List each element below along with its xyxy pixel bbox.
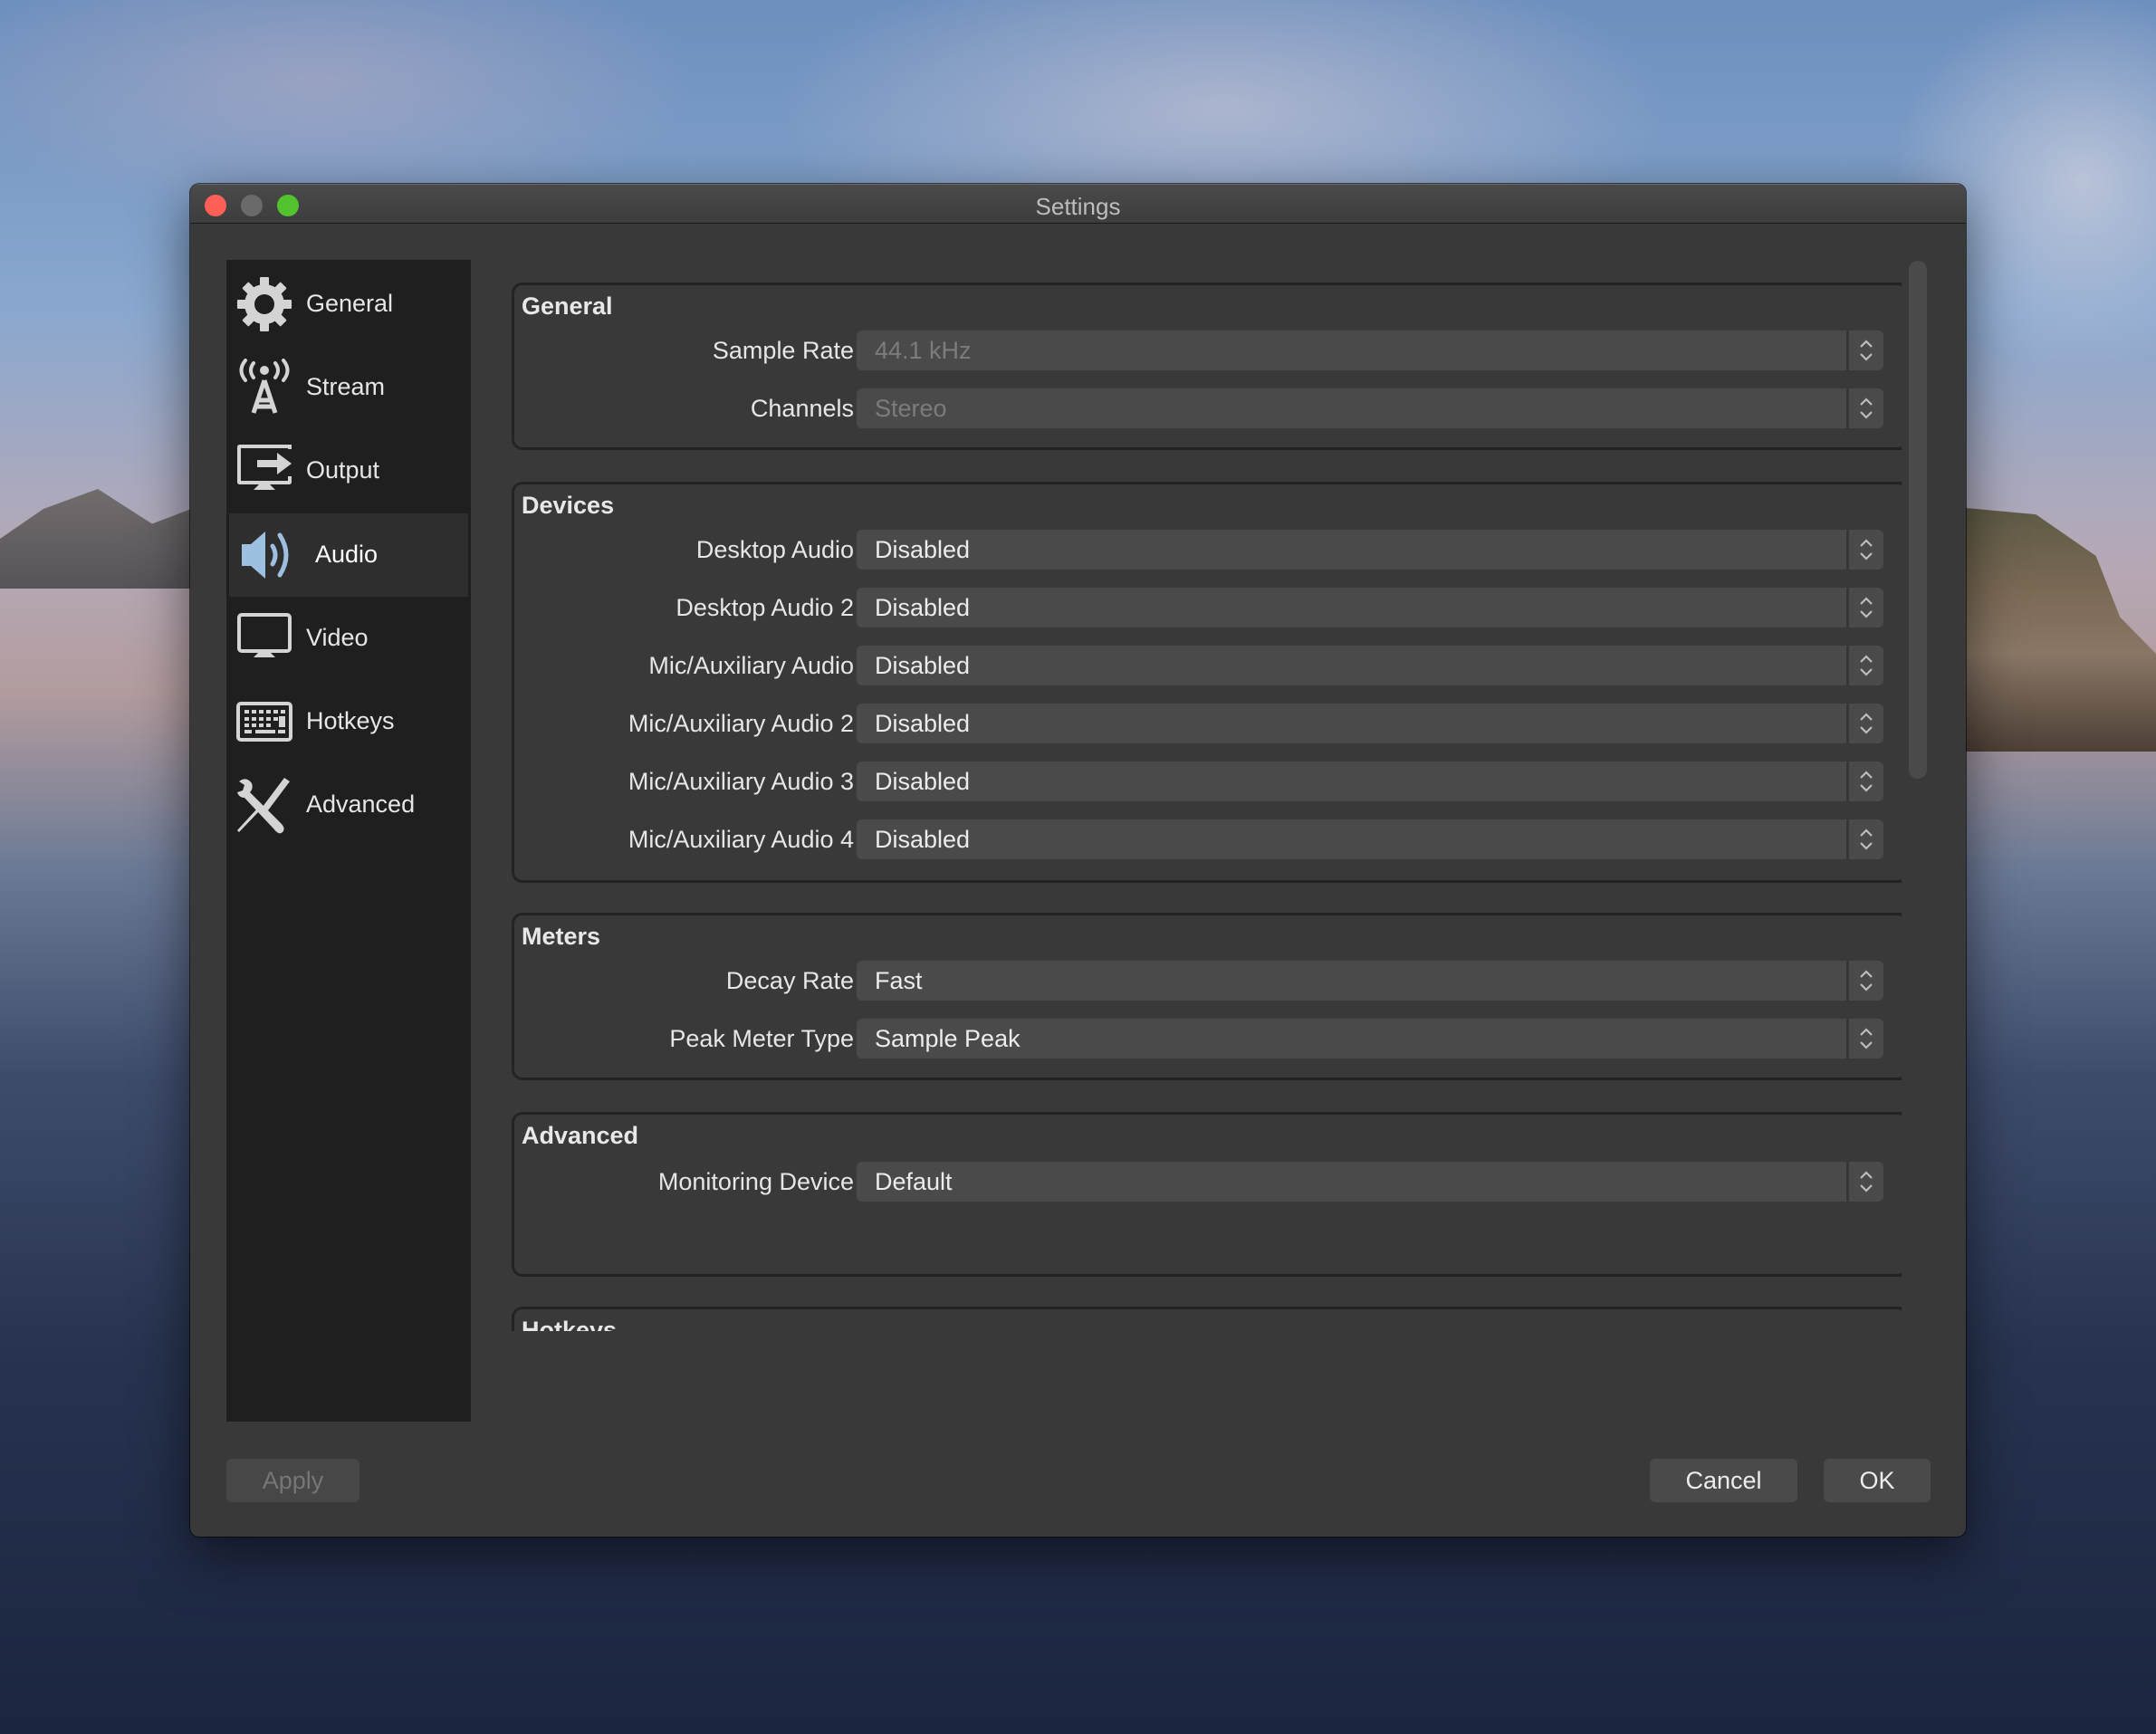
sidebar-item-hotkeys[interactable]: Hotkeys xyxy=(226,680,471,763)
setting-row-mic-aux-audio: Mic/Auxiliary Audio Disabled xyxy=(514,646,1902,685)
mic-aux-audio-select[interactable]: Disabled xyxy=(857,646,1883,685)
select-value: Default xyxy=(875,1168,953,1195)
setting-label: Desktop Audio 2 xyxy=(676,594,854,621)
group-hotkeys: Hotkeys xyxy=(512,1307,1902,1331)
sidebar-item-label: Video xyxy=(306,624,369,651)
setting-row-desktop-audio-2: Desktop Audio 2 Disabled xyxy=(514,588,1902,627)
gear-icon xyxy=(235,275,293,333)
setting-row-desktop-audio: Desktop Audio Disabled xyxy=(514,530,1902,570)
select-value: Fast xyxy=(875,967,923,994)
setting-label: Mic/Auxiliary Audio xyxy=(648,652,854,679)
select-value: Disabled xyxy=(875,710,971,737)
sidebar-item-label: Hotkeys xyxy=(306,707,395,734)
group-title: Meters xyxy=(522,923,601,950)
setting-label: Mic/Auxiliary Audio 4 xyxy=(628,826,854,853)
settings-window: Settings General Stream Output Audio Vid… xyxy=(190,184,1966,1537)
group-devices: Devices Desktop Audio Disabled Desktop A… xyxy=(512,482,1902,883)
monitoring-device-select[interactable]: Default xyxy=(857,1162,1883,1202)
sidebar-item-general[interactable]: General xyxy=(226,263,471,346)
sidebar-item-video[interactable]: Video xyxy=(226,597,471,680)
up-down-chevron-icon xyxy=(1846,588,1883,627)
sample-rate-select[interactable]: 44.1 kHz xyxy=(857,331,1883,370)
sidebar-item-label: Advanced xyxy=(306,790,416,818)
setting-label: Desktop Audio xyxy=(695,536,854,563)
up-down-chevron-icon xyxy=(1846,961,1883,1001)
window-title: Settings xyxy=(1035,193,1121,220)
group-title: General xyxy=(522,292,613,320)
decay-rate-select[interactable]: Fast xyxy=(857,961,1883,1001)
setting-label: Mic/Auxiliary Audio 2 xyxy=(628,710,854,737)
select-value: Sample Peak xyxy=(875,1025,1021,1052)
sidebar-item-stream[interactable]: Stream xyxy=(226,346,471,429)
group-title: Hotkeys xyxy=(522,1317,618,1331)
audio-settings-scroll-area[interactable]: General Sample Rate 44.1 kHz Channels St… xyxy=(503,258,1902,1331)
peak-meter-type-select[interactable]: Sample Peak xyxy=(857,1019,1883,1059)
up-down-chevron-icon xyxy=(1846,646,1883,685)
select-value: Disabled xyxy=(875,768,971,795)
up-down-chevron-icon xyxy=(1846,704,1883,743)
setting-row-decay-rate: Decay Rate Fast xyxy=(514,961,1902,1001)
mic-aux-audio-3-select[interactable]: Disabled xyxy=(857,762,1883,801)
apply-button[interactable]: Apply xyxy=(226,1459,359,1502)
select-value: Stereo xyxy=(875,395,947,422)
select-value: 44.1 kHz xyxy=(875,337,972,364)
settings-sidebar: General Stream Output Audio Video Hotkey… xyxy=(226,260,471,1422)
sidebar-item-audio[interactable]: Audio xyxy=(229,513,468,597)
select-value: Disabled xyxy=(875,826,971,853)
up-down-chevron-icon xyxy=(1846,1019,1883,1059)
setting-label: Decay Rate xyxy=(725,967,854,994)
up-down-chevron-icon xyxy=(1846,331,1883,370)
setting-row-channels: Channels Stereo xyxy=(514,388,1902,428)
setting-row-peak-meter-type: Peak Meter Type Sample Peak xyxy=(514,1019,1902,1059)
up-down-chevron-icon xyxy=(1846,762,1883,801)
wallpaper-cliff-left xyxy=(0,489,217,589)
sidebar-item-label: Audio xyxy=(315,541,378,568)
setting-label: Peak Meter Type xyxy=(669,1025,854,1052)
setting-row-mic-aux-audio-2: Mic/Auxiliary Audio 2 Disabled xyxy=(514,704,1902,743)
wallpaper-cliff-right xyxy=(1956,507,2156,752)
channels-select[interactable]: Stereo xyxy=(857,388,1883,428)
setting-row-mic-aux-audio-4: Mic/Auxiliary Audio 4 Disabled xyxy=(514,819,1902,859)
title-bar[interactable]: Settings xyxy=(190,184,1966,224)
sidebar-item-label: Output xyxy=(306,456,380,484)
sidebar-item-label: Stream xyxy=(306,373,386,400)
select-value: Disabled xyxy=(875,594,971,621)
setting-label: Channels xyxy=(750,395,854,422)
setting-label: Mic/Auxiliary Audio 3 xyxy=(628,768,854,795)
setting-row-sample-rate: Sample Rate 44.1 kHz xyxy=(514,331,1902,370)
ok-button[interactable]: OK xyxy=(1824,1459,1931,1502)
desktop-audio-2-select[interactable]: Disabled xyxy=(857,588,1883,627)
group-meters: Meters Decay Rate Fast Peak Meter Type S… xyxy=(512,913,1902,1080)
up-down-chevron-icon xyxy=(1846,1162,1883,1202)
group-advanced: Advanced Monitoring Device Default xyxy=(512,1112,1902,1277)
mic-aux-audio-2-select[interactable]: Disabled xyxy=(857,704,1883,743)
up-down-chevron-icon xyxy=(1846,819,1883,859)
setting-label: Sample Rate xyxy=(712,337,854,364)
sidebar-item-advanced[interactable]: Advanced xyxy=(226,763,471,847)
select-value: Disabled xyxy=(875,652,971,679)
setting-label: Monitoring Device xyxy=(657,1168,854,1195)
group-title: Devices xyxy=(522,492,615,519)
group-title: Advanced xyxy=(522,1122,639,1149)
tools-icon xyxy=(235,776,293,834)
sidebar-item-label: General xyxy=(306,290,394,317)
select-value: Disabled xyxy=(875,536,971,563)
mic-aux-audio-4-select[interactable]: Disabled xyxy=(857,819,1883,859)
broadcast-tower-icon xyxy=(235,359,293,417)
speaker-icon xyxy=(238,526,296,584)
group-general: General Sample Rate 44.1 kHz Channels St… xyxy=(512,283,1902,450)
vertical-scrollbar[interactable] xyxy=(1909,261,1927,779)
monitor-icon xyxy=(235,609,293,667)
keyboard-icon xyxy=(235,693,293,751)
sidebar-item-output[interactable]: Output xyxy=(226,429,471,513)
setting-row-monitoring-device: Monitoring Device Default xyxy=(514,1162,1902,1202)
monitor-output-icon xyxy=(235,442,293,500)
desktop-audio-select[interactable]: Disabled xyxy=(857,530,1883,570)
up-down-chevron-icon xyxy=(1846,388,1883,428)
setting-row-mic-aux-audio-3: Mic/Auxiliary Audio 3 Disabled xyxy=(514,762,1902,801)
up-down-chevron-icon xyxy=(1846,530,1883,570)
cancel-button[interactable]: Cancel xyxy=(1650,1459,1797,1502)
